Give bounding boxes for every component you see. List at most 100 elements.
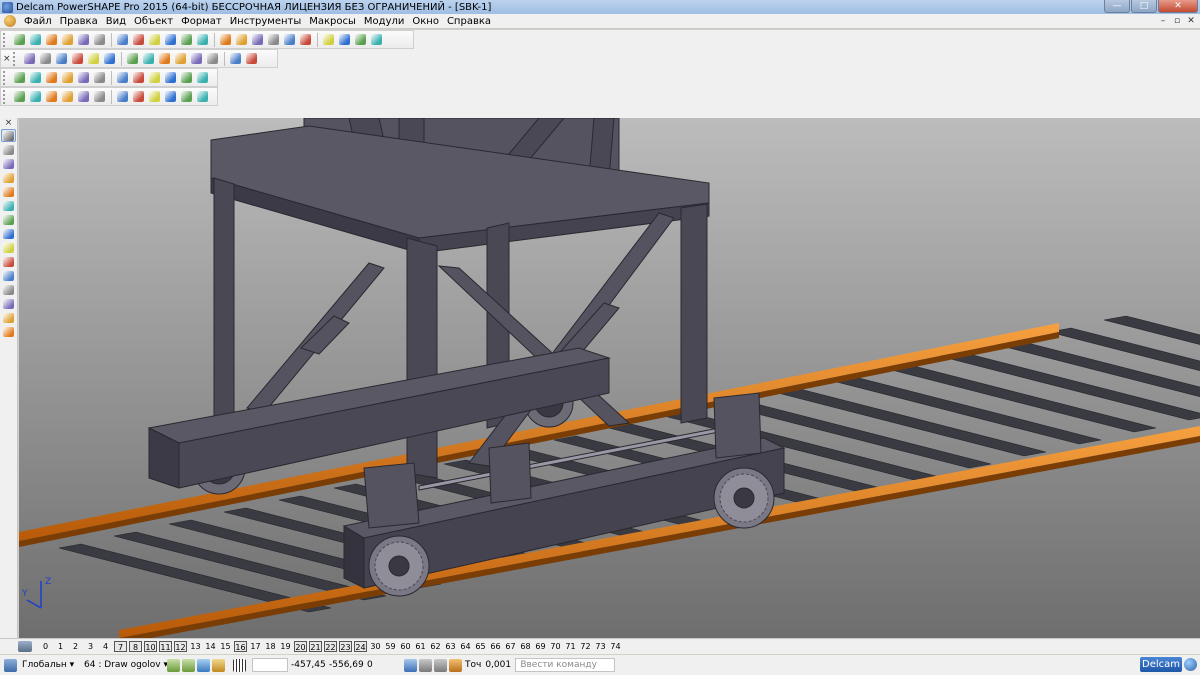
level-button[interactable]: 30 xyxy=(368,641,383,652)
level-button[interactable]: 68 xyxy=(518,641,533,652)
tolerance-value[interactable]: 0,001 xyxy=(482,658,512,672)
toolbar-button-icon[interactable] xyxy=(205,51,220,66)
level-button[interactable]: 3 xyxy=(83,641,98,652)
level-button[interactable]: 20 xyxy=(294,641,307,652)
level-button[interactable]: 0 xyxy=(38,641,53,652)
level-button[interactable]: 13 xyxy=(188,641,203,652)
toolbar-button-icon[interactable] xyxy=(60,32,75,47)
level-button[interactable]: 67 xyxy=(503,641,518,652)
toolbar-button-icon[interactable] xyxy=(28,70,43,85)
filter-icon[interactable] xyxy=(197,658,210,672)
toolbar-button-icon[interactable] xyxy=(353,32,368,47)
toolbar-button-icon[interactable] xyxy=(125,51,140,66)
maximize-button[interactable]: □ xyxy=(1131,0,1157,13)
edit-tool-icon[interactable] xyxy=(1,157,16,170)
toolbar-button-icon[interactable] xyxy=(115,32,130,47)
toolbar-button-icon[interactable] xyxy=(76,32,91,47)
toolbar-button-icon[interactable] xyxy=(163,89,178,104)
toolbar-button-icon[interactable] xyxy=(38,51,53,66)
toolbar-button-icon[interactable] xyxy=(86,51,101,66)
measure-icon[interactable] xyxy=(449,658,462,672)
toolbar-button-icon[interactable] xyxy=(44,70,59,85)
edit-tool-icon[interactable] xyxy=(1,311,16,324)
level-button[interactable]: 62 xyxy=(428,641,443,652)
absolute-coords-icon[interactable] xyxy=(404,658,417,672)
toolbar-button-icon[interactable] xyxy=(195,70,210,85)
edit-tool-icon[interactable] xyxy=(1,199,16,212)
menu-item[interactable]: Файл xyxy=(20,16,56,27)
level-button[interactable]: 73 xyxy=(593,641,608,652)
menu-item[interactable]: Инструменты xyxy=(226,16,306,27)
level-button[interactable]: 59 xyxy=(383,641,398,652)
toolbar-button-icon[interactable] xyxy=(298,32,313,47)
toolbar-button-icon[interactable] xyxy=(92,89,107,104)
selection-icon[interactable] xyxy=(167,658,180,672)
edit-tool-icon[interactable] xyxy=(1,297,16,310)
edit-tool-icon[interactable] xyxy=(1,227,16,240)
menu-item[interactable]: Окно xyxy=(408,16,443,27)
relative-coords-icon[interactable] xyxy=(419,658,432,672)
polar-coords-icon[interactable] xyxy=(434,658,447,672)
toolbar-button-icon[interactable] xyxy=(234,32,249,47)
toolbar-close-button[interactable]: × xyxy=(3,54,11,64)
command-input[interactable]: Ввести команду xyxy=(515,658,616,672)
edit-tool-icon[interactable] xyxy=(1,241,16,254)
toolbar-button-icon[interactable] xyxy=(12,32,27,47)
toolbar-button-icon[interactable] xyxy=(147,89,162,104)
toolbar-button-icon[interactable] xyxy=(44,32,59,47)
level-button[interactable]: 70 xyxy=(548,641,563,652)
level-button[interactable]: 8 xyxy=(129,641,142,652)
toolbar-button-icon[interactable] xyxy=(195,89,210,104)
toolbar-button-icon[interactable] xyxy=(28,32,43,47)
level-button[interactable]: 11 xyxy=(159,641,172,652)
graphics-viewport[interactable]: Z Y xyxy=(19,118,1200,638)
doc-restore-button[interactable]: ▫ xyxy=(1170,15,1184,27)
model-view[interactable]: Z Y xyxy=(19,118,1200,638)
edit-tool-icon[interactable] xyxy=(1,213,16,226)
toolbar-button-icon[interactable] xyxy=(179,70,194,85)
menu-item[interactable]: Макросы xyxy=(305,16,360,27)
toolbar-button-icon[interactable] xyxy=(321,32,336,47)
toolbar-close-button[interactable]: × xyxy=(0,118,17,128)
toolbar-button-icon[interactable] xyxy=(115,89,130,104)
level-button[interactable]: 69 xyxy=(533,641,548,652)
toolbar-button-icon[interactable] xyxy=(266,32,281,47)
toolbar-button-icon[interactable] xyxy=(179,89,194,104)
level-button[interactable]: 10 xyxy=(144,641,157,652)
toolbar-button-icon[interactable] xyxy=(195,32,210,47)
level-button[interactable]: 65 xyxy=(473,641,488,652)
grid-icon[interactable] xyxy=(233,658,246,672)
level-button[interactable]: 16 xyxy=(234,641,247,652)
toolbar-button-icon[interactable] xyxy=(70,51,85,66)
toolbar-button-icon[interactable] xyxy=(244,51,259,66)
toolbar-grip[interactable] xyxy=(3,32,9,47)
level-button[interactable]: 12 xyxy=(174,641,187,652)
coord-box[interactable] xyxy=(252,658,288,672)
toolbar-grip[interactable] xyxy=(12,51,19,66)
select-arrow-icon[interactable] xyxy=(1,129,16,142)
toolbar-button-icon[interactable] xyxy=(22,51,37,66)
level-button[interactable]: 24 xyxy=(354,641,367,652)
level-button[interactable]: 60 xyxy=(398,641,413,652)
toolbar-button-icon[interactable] xyxy=(141,51,156,66)
toolbar-button-icon[interactable] xyxy=(173,51,188,66)
workplane-icon[interactable] xyxy=(4,658,17,672)
close-button[interactable]: ✕ xyxy=(1158,0,1198,13)
selection-icon[interactable] xyxy=(182,658,195,672)
toolbar-button-icon[interactable] xyxy=(76,89,91,104)
level-manager-icon[interactable] xyxy=(18,641,32,652)
minimize-button[interactable]: — xyxy=(1104,0,1130,13)
toolbar-button-icon[interactable] xyxy=(147,32,162,47)
toolbar-button-icon[interactable] xyxy=(218,32,233,47)
toolbar-button-icon[interactable] xyxy=(54,51,69,66)
toolbar-button-icon[interactable] xyxy=(163,70,178,85)
toolbar-button-icon[interactable] xyxy=(12,70,27,85)
toolbar-button-icon[interactable] xyxy=(131,89,146,104)
level-button[interactable]: 71 xyxy=(563,641,578,652)
level-button[interactable]: 66 xyxy=(488,641,503,652)
toolbar-button-icon[interactable] xyxy=(28,89,43,104)
toolbar-button-icon[interactable] xyxy=(337,32,352,47)
toolbar-button-icon[interactable] xyxy=(189,51,204,66)
menu-item[interactable]: Вид xyxy=(102,16,130,27)
menu-item[interactable]: Справка xyxy=(443,16,495,27)
